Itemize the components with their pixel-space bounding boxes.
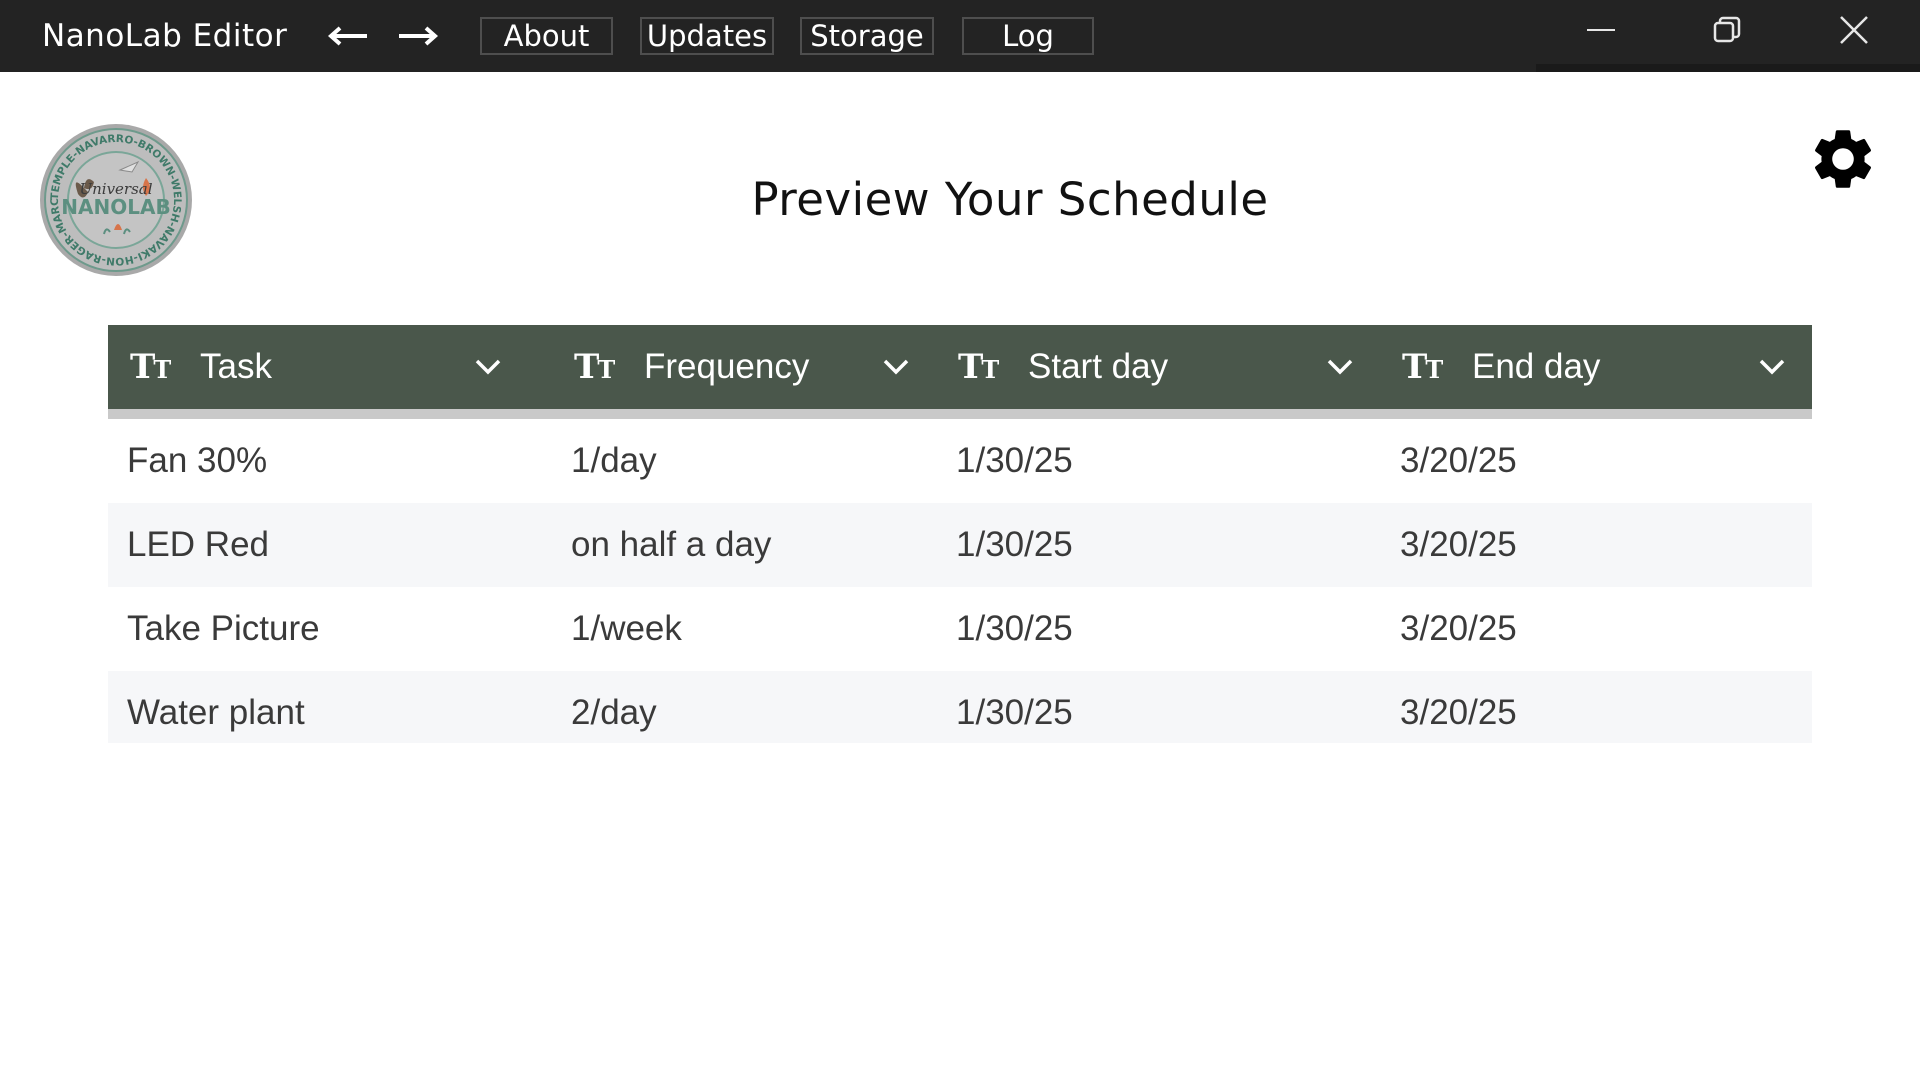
cell-task: Water plant (127, 693, 305, 732)
gear-icon (1814, 130, 1872, 188)
updates-button[interactable]: Updates (640, 17, 774, 55)
column-label: Task (200, 347, 272, 386)
minimize-icon (1587, 29, 1615, 31)
text-type-icon: TT (958, 347, 999, 387)
close-button[interactable] (1824, 8, 1884, 52)
app-title: NanoLab Editor (42, 18, 288, 54)
table-row[interactable]: Fan 30% 1/day 1/30/25 3/20/25 (108, 419, 1812, 503)
title-bar: NanoLab Editor About Updates Storage Log (0, 0, 1920, 72)
chevron-down-icon[interactable] (1322, 349, 1358, 385)
svg-text:NANOLAB: NANOLAB (61, 195, 170, 219)
cell-end-day: 3/20/25 (1400, 609, 1517, 648)
about-button[interactable]: About (480, 17, 613, 55)
chevron-down-icon[interactable] (878, 349, 914, 385)
cell-end-day: 3/20/25 (1400, 693, 1517, 732)
text-type-icon: TT (130, 347, 171, 387)
column-label: End day (1472, 347, 1601, 386)
minimize-button[interactable] (1571, 8, 1631, 52)
arrow-left-icon (327, 26, 367, 46)
page-title: Preview Your Schedule (751, 173, 1269, 226)
forward-button[interactable] (397, 18, 439, 54)
schedule-table: TT Task TT Frequency TT Start day TT End… (108, 325, 1812, 743)
header-divider (108, 409, 1812, 419)
cell-task: LED Red (127, 525, 270, 564)
restore-button[interactable] (1697, 8, 1757, 52)
cell-frequency: 2/day (571, 693, 657, 732)
settings-button[interactable] (1806, 122, 1880, 196)
cell-start-day: 1/30/25 (956, 525, 1073, 564)
text-type-icon: TT (574, 347, 615, 387)
column-label: Start day (1028, 347, 1169, 386)
cell-task: Fan 30% (127, 441, 268, 480)
text-type-icon: TT (1402, 347, 1443, 387)
storage-button[interactable]: Storage (800, 17, 934, 55)
cell-frequency: 1/week (571, 609, 682, 648)
column-header-end-day[interactable]: TT End day (1380, 325, 1812, 409)
column-header-frequency[interactable]: TT Frequency (552, 325, 936, 409)
cell-start-day: 1/30/25 (956, 693, 1073, 732)
window-control-strip (1536, 64, 1920, 72)
cell-end-day: 3/20/25 (1400, 441, 1517, 480)
column-label: Frequency (644, 347, 810, 386)
table-row[interactable]: Water plant 2/day 1/30/25 3/20/25 (108, 671, 1812, 743)
table-body: Fan 30% 1/day 1/30/25 3/20/25 LED Red on… (108, 419, 1812, 743)
table-row[interactable]: Take Picture 1/week 1/30/25 3/20/25 (108, 587, 1812, 671)
log-button[interactable]: Log (962, 17, 1094, 55)
column-header-start-day[interactable]: TT Start day (936, 325, 1380, 409)
back-button[interactable] (327, 18, 369, 54)
table-header: TT Task TT Frequency TT Start day TT End… (108, 325, 1812, 409)
chevron-down-icon[interactable] (470, 349, 506, 385)
restore-icon (1713, 16, 1741, 43)
table-row[interactable]: LED Red on half a day 1/30/25 3/20/25 (108, 503, 1812, 587)
close-icon (1840, 16, 1868, 44)
cell-task: Take Picture (127, 609, 320, 648)
cell-start-day: 1/30/25 (956, 609, 1073, 648)
nanolab-logo: TEMPLE-NAVARRO-BROWN-WELSH-NAVAKI-HON-RA… (32, 113, 194, 278)
chevron-down-icon[interactable] (1754, 349, 1790, 385)
cell-frequency: on half a day (571, 525, 772, 564)
cell-frequency: 1/day (571, 441, 657, 480)
cell-end-day: 3/20/25 (1400, 525, 1517, 564)
cell-start-day: 1/30/25 (956, 441, 1073, 480)
column-header-task[interactable]: TT Task (108, 325, 528, 409)
arrow-right-icon (399, 26, 439, 46)
